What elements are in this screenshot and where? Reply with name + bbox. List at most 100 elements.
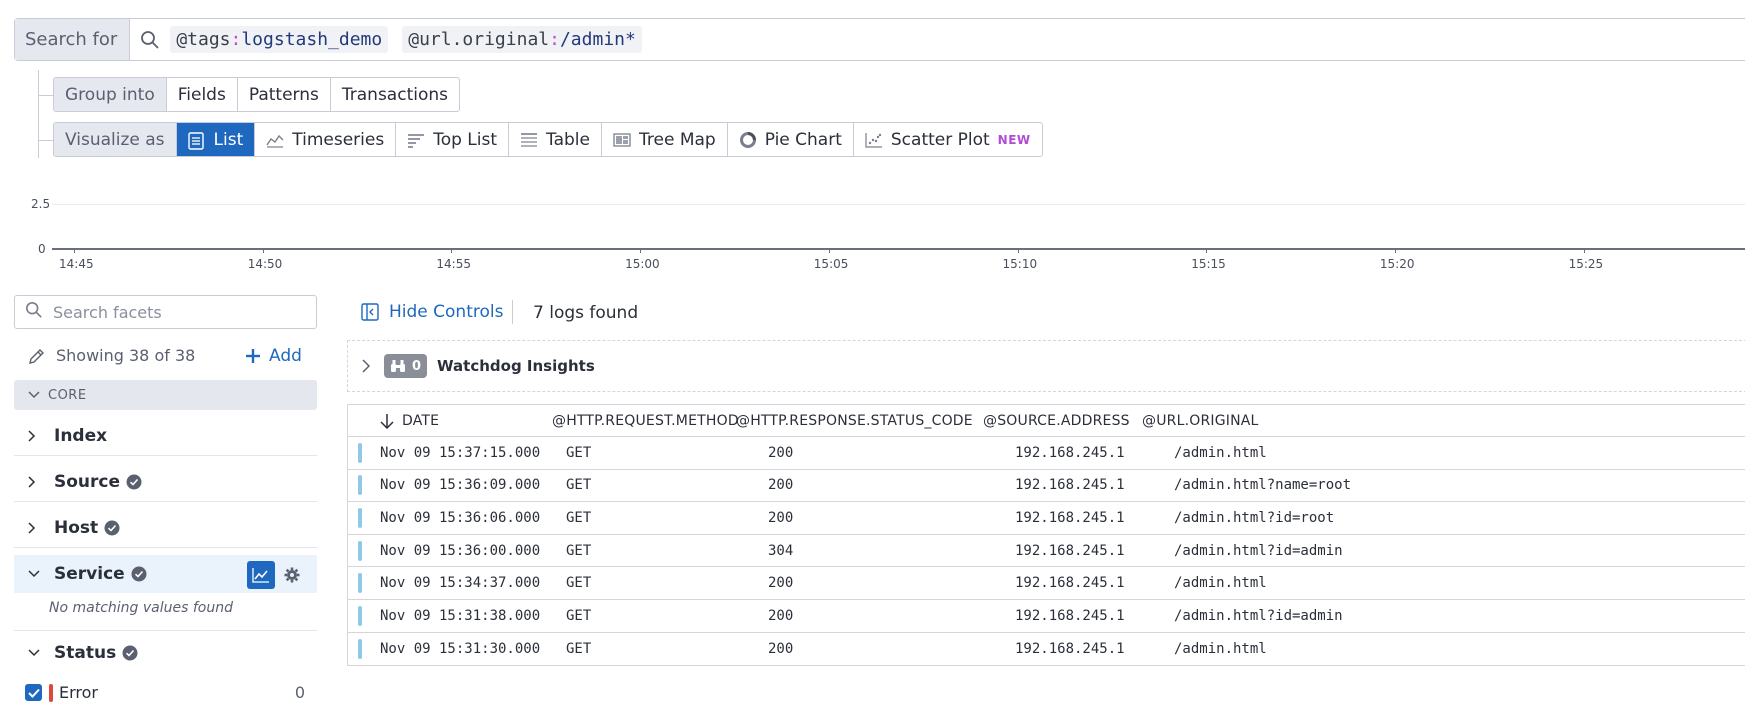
viz-table-button[interactable]: Table [509,123,602,156]
y-tick-label: 2.5 [31,197,51,211]
cell-status-code: 200 [768,575,794,592]
search-label: Search for [15,19,131,60]
service-empty-message: No matching values found [49,600,233,616]
cell-date: Nov 09 15:31:30.000 [380,640,541,657]
x-tick-label: 15:25 [1568,257,1604,271]
table-row[interactable]: Nov 09 15:37:15.000 GET 200 192.168.245.1/a… [348,437,1745,470]
search-bar[interactable]: Search for @tags:logstash_demo @url.orig… [14,18,1745,61]
search-icon [25,301,43,323]
group-patterns-button[interactable]: Patterns [238,78,331,111]
viz-treemap-button[interactable]: Tree Map [602,123,728,156]
cell-source-address: 192.168.245.1 [1015,509,1125,526]
facet-graph-button[interactable] [247,561,275,589]
status-value-count: 0 [294,683,305,702]
search-chip-tags[interactable]: @tags:logstash_demo [170,26,389,53]
x-tick-label: 15:05 [813,257,849,271]
group-into-group: Group into Fields Patterns Transactions [53,77,460,112]
x-tick-label: 15:15 [1191,257,1226,271]
piechart-icon [739,131,757,148]
table-row[interactable]: Nov 09 15:36:09.000 GET 200 192.168.245.1/a… [348,470,1745,503]
cell-url: /admin.html?id=admin [1174,607,1343,624]
timeline-gridline [52,204,1745,205]
chip-key: @url.original [408,29,550,50]
cell-date: Nov 09 15:34:37.000 [380,575,541,592]
checkbox[interactable] [25,684,42,701]
x-tick-mark [451,248,453,253]
log-status-marker [358,475,362,496]
status-value-label: Error [59,683,98,702]
cell-url: /admin.html?name=root [1174,477,1352,494]
cell-source-address: 192.168.245.1 [1015,542,1125,559]
logs-count: 7 logs found [533,303,639,323]
divider [512,300,513,324]
x-tick-mark [1206,248,1208,253]
column-header-url[interactable]: @URL.ORIGINAL [1142,413,1745,429]
chevron-right-icon [28,475,44,488]
cell-status-code: 304 [768,542,794,559]
facet-index[interactable]: Index [14,416,317,456]
table-row[interactable]: Nov 09 15:31:38.000 GET 200 192.168.245.1/a… [348,600,1745,633]
column-header-status-code[interactable]: @HTTP.RESPONSE.STATUS_CODE [736,413,983,429]
table-row[interactable]: Nov 09 15:34:37.000 GET 200 192.168.245.1/a… [348,567,1745,600]
facet-host[interactable]: Host [14,508,317,548]
x-tick-label: 14:55 [436,257,471,271]
column-header-source-address[interactable]: @SOURCE.ADDRESS [983,413,1142,429]
facet-status[interactable]: Status [14,633,317,673]
viz-list-button[interactable]: List [176,123,256,156]
column-header-method[interactable]: @HTTP.REQUEST.METHOD [534,413,739,429]
search-chip-url[interactable]: @url.original:/admin* [402,26,642,53]
visualize-as-label: Visualize as [54,123,177,156]
verified-icon [131,566,147,582]
watchdog-insights-bar[interactable]: 0 Watchdog Insights [347,340,1745,392]
log-status-marker [358,605,362,626]
facet-source[interactable]: Source [14,462,317,502]
gear-icon[interactable] [283,566,301,588]
facet-section-core[interactable]: CORE [14,380,317,410]
table-row[interactable]: Nov 09 15:36:00.000 GET 304 192.168.245.1/a… [348,535,1745,568]
cell-method: GET [566,607,592,624]
facet-label: Index [54,425,108,446]
insights-badge: 0 [384,354,428,378]
cell-method: GET [566,444,592,461]
chevron-right-icon [28,521,44,534]
cell-status-code: 200 [768,477,794,494]
chip-value: logstash_demo [241,29,383,50]
chip-value: /admin* [559,29,636,50]
x-tick-mark [1583,248,1585,253]
column-header-date[interactable]: DATE [348,413,534,429]
collapse-panel-icon [361,303,379,321]
viz-piechart-button[interactable]: Pie Chart [728,123,854,156]
search-icon [130,30,170,50]
facet-search-input[interactable]: Search facets [14,295,317,329]
facet-section-label: CORE [48,387,87,403]
verified-icon [104,520,120,536]
cell-date: Nov 09 15:31:38.000 [380,607,541,624]
pencil-icon[interactable] [28,347,46,365]
viz-timeseries-button[interactable]: Timeseries [255,123,397,156]
x-tick-label: 15:20 [1379,257,1415,271]
table-row[interactable]: Nov 09 15:31:30.000 GET 200 192.168.245.1/a… [348,633,1745,666]
query-rail-branch [38,140,53,141]
cell-url: /admin.html [1174,575,1267,592]
viz-toplist-button[interactable]: Top List [396,123,510,156]
cell-source-address: 192.168.245.1 [1015,640,1125,657]
x-tick-mark [1394,248,1396,253]
chevron-down-icon [28,391,40,399]
y-tick-label: 0 [38,242,46,256]
cell-source-address: 192.168.245.1 [1015,477,1125,494]
log-status-marker [358,638,362,659]
hide-controls-button[interactable]: Hide Controls [361,302,503,322]
table-row[interactable]: Nov 09 15:36:06.000 GET 200 192.168.245.1/a… [348,502,1745,535]
chevron-right-icon [28,429,44,442]
hide-controls-label: Hide Controls [389,302,504,322]
group-transactions-button[interactable]: Transactions [331,78,459,111]
status-value-error[interactable]: Error 0 [25,683,305,702]
cell-method: GET [566,575,592,592]
viz-scatterplot-button[interactable]: Scatter Plot NEW [854,123,1042,156]
viz-treemap-label: Tree Map [639,129,716,150]
arrow-down-icon [380,413,394,429]
toplist-icon [407,132,425,148]
add-facet-button[interactable]: Add [245,346,302,366]
facets-showing: Showing 38 of 38 [28,346,195,365]
group-fields-button[interactable]: Fields [167,78,238,111]
